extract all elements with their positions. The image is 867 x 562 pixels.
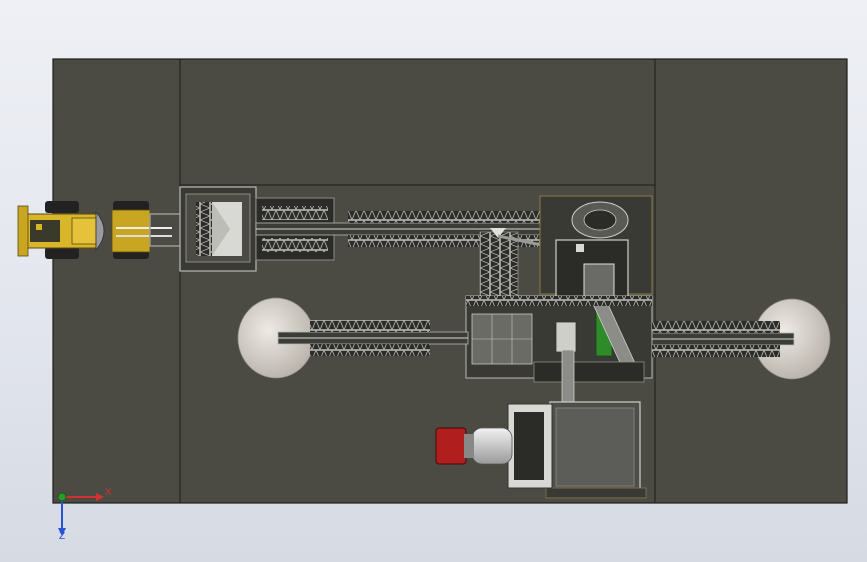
triad-origin — [57, 492, 67, 502]
z-axis-label: Z — [59, 531, 66, 542]
x-axis-label: X — [105, 487, 112, 498]
plant-layout-drawing — [17, 58, 848, 536]
cad-viewport[interactable]: X Z — [0, 0, 867, 562]
feed-hopper — [179, 186, 257, 272]
